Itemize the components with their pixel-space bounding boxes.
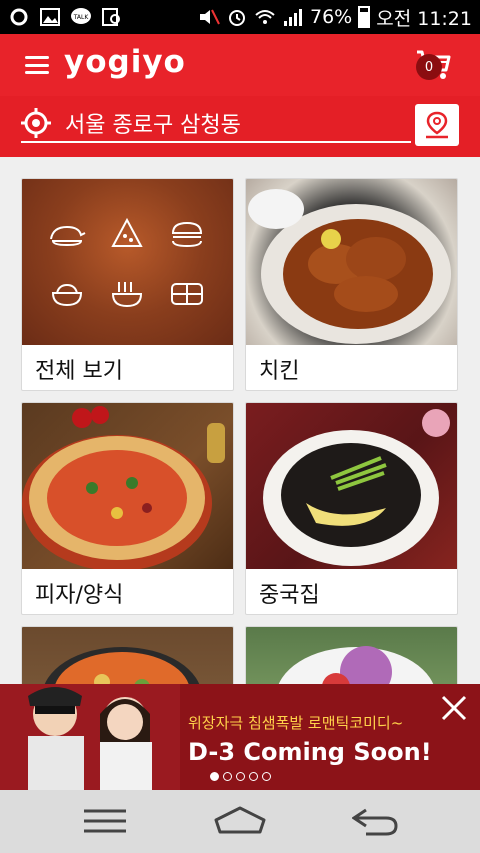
category-label: 치킨 [259, 359, 300, 384]
salad-photo [246, 627, 457, 684]
battery-icon [358, 6, 371, 28]
location-bar: 서울 종로구 삼청동 [0, 96, 480, 157]
mute-icon [198, 7, 220, 27]
pagination-dot[interactable] [223, 772, 232, 781]
close-icon[interactable] [440, 694, 468, 722]
category-card-pizza[interactable]: 피자/양식 [21, 402, 234, 615]
pagination-dot[interactable] [249, 772, 258, 781]
clock: 오전 11:21 [376, 7, 472, 30]
search-doc-icon [101, 7, 123, 27]
svg-text:TALK: TALK [73, 14, 90, 21]
gps-target-icon [21, 107, 51, 138]
map-pin-icon [426, 111, 448, 139]
banner-title: D-3 Coming Soon! [188, 738, 432, 766]
category-label: 중국집 [259, 583, 320, 608]
banner-pagination [210, 772, 271, 781]
pizza-icon [102, 209, 152, 259]
movie-poster-image [0, 684, 180, 790]
app-header: yogiyo 0 [0, 34, 480, 96]
pagination-dot[interactable] [210, 772, 219, 781]
pizza-photo [22, 403, 233, 569]
chicken-icon [42, 209, 92, 259]
noodle-bowl-icon [102, 269, 152, 319]
alarm-icon [226, 7, 248, 27]
category-card-all[interactable]: 전체 보기 [21, 178, 234, 391]
yogiyo-logo: yogiyo [64, 44, 186, 80]
banner-subtitle: 위장자극 침샘폭발 로맨틱코미디~ [188, 714, 404, 732]
pagination-dot[interactable] [262, 772, 271, 781]
status-bar: TALK 76% 오전 11:21 [0, 0, 480, 34]
category-grid: 전체 보기 치킨 피자/양식 중국집 [0, 157, 480, 684]
hamburger-menu-icon[interactable] [25, 56, 49, 74]
category-card-chicken[interactable]: 치킨 [245, 178, 458, 391]
lunchbox-icon [162, 269, 212, 319]
category-label: 피자/양식 [35, 583, 124, 608]
category-label: 전체 보기 [35, 359, 123, 384]
signal-icon [282, 7, 304, 27]
category-card-6[interactable] [245, 626, 458, 684]
home-icon[interactable] [214, 806, 266, 834]
olleh-icon [8, 7, 30, 27]
address-text: 서울 종로구 삼청동 [65, 112, 241, 138]
rice-bowl-icon [42, 269, 92, 319]
kakaotalk-icon: TALK [70, 7, 92, 27]
system-nav-bar [0, 790, 480, 853]
pagination-dot[interactable] [236, 772, 245, 781]
category-card-5[interactable] [21, 626, 234, 684]
battery-percent: 76% [310, 6, 353, 28]
jajangmyeon-photo [246, 403, 457, 569]
korean-food-photo [22, 627, 233, 684]
cart-count-badge: 0 [416, 54, 442, 80]
wifi-icon [254, 7, 276, 27]
burger-icon [162, 209, 212, 259]
address-field[interactable]: 서울 종로구 삼청동 [21, 104, 411, 143]
gallery-icon [39, 7, 61, 27]
chicken-photo [246, 179, 457, 345]
ad-banner[interactable]: 위장자극 침샘폭발 로맨틱코미디~ D-3 Coming Soon! [0, 684, 480, 790]
map-location-button[interactable] [415, 104, 459, 146]
cart-button[interactable]: 0 [416, 48, 452, 80]
back-icon[interactable] [352, 808, 398, 836]
menu-icon[interactable] [84, 808, 126, 834]
category-card-chinese[interactable]: 중국집 [245, 402, 458, 615]
category-image-all [22, 179, 233, 345]
